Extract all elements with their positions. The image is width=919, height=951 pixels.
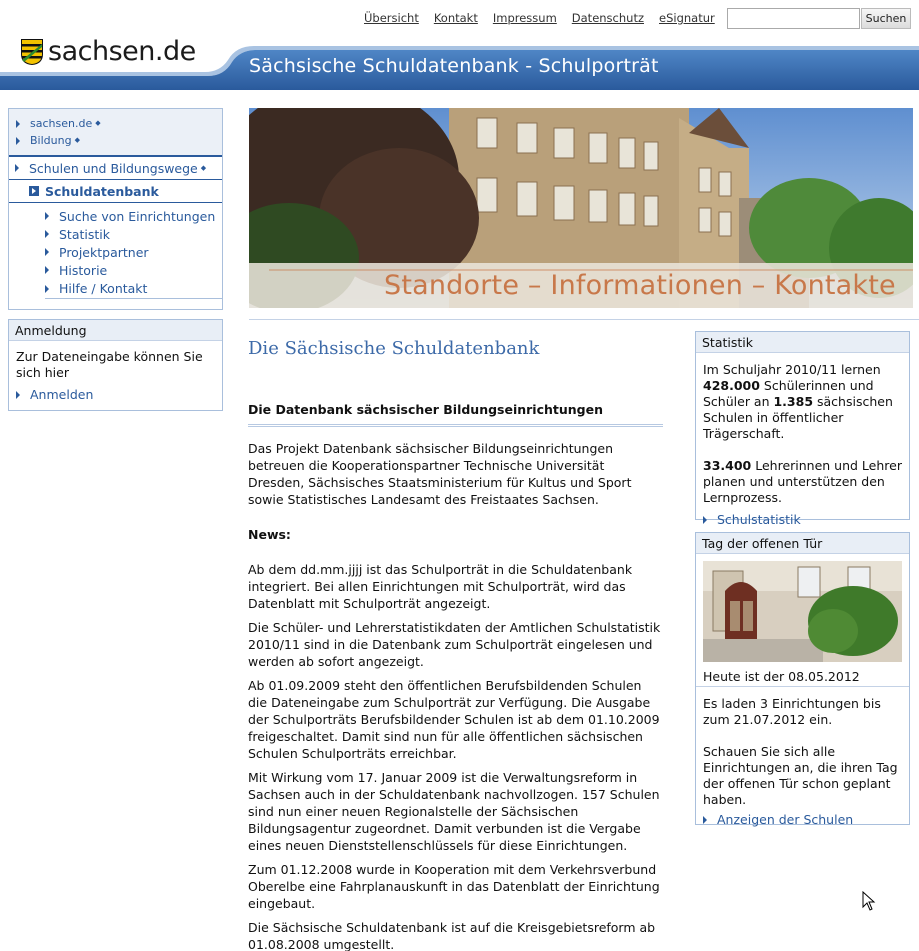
breadcrumb: sachsen.de ◆ Bildung ◆ [9, 109, 222, 157]
nav-link-schulen[interactable]: Schulen und Bildungswege [29, 161, 198, 176]
diamond-icon: ◆ [74, 136, 80, 144]
main-content: Die Sächsische Schuldatenbank Die Datenb… [248, 340, 663, 951]
arrow-right-icon [45, 284, 53, 294]
today-date: Heute ist der 08.05.2012 [696, 665, 909, 687]
breadcrumb-item-sachsen: sachsen.de ◆ [16, 115, 222, 132]
arrow-right-icon [16, 136, 24, 146]
stat-text-1: Im Schuljahr 2010/11 lernen [703, 362, 881, 377]
nav-link-schuldatenbank[interactable]: Schuldatenbank [45, 184, 159, 199]
search-button[interactable]: Suchen [861, 8, 911, 29]
subnav-link-suche[interactable]: Suche von Einrichtungen [59, 209, 215, 224]
arrow-right-icon [15, 163, 23, 173]
arrow-right-icon [45, 211, 53, 221]
diamond-icon: ◆ [200, 164, 207, 172]
intro-paragraph: Das Projekt Datenbank sächsischer Bildun… [248, 441, 632, 507]
statistics-box: Statistik Im Schuljahr 2010/11 lernen 42… [695, 331, 910, 527]
left-navigation: sachsen.de ◆ Bildung ◆ Schulen und Bildu… [8, 108, 223, 310]
subnav-link-projektpartner[interactable]: Projektpartner [59, 245, 149, 260]
diamond-icon: ◆ [95, 119, 101, 127]
nav-item-schuldatenbank[interactable]: Schuldatenbank [9, 180, 222, 203]
login-box-title: Anmeldung [9, 320, 222, 341]
logo-text: sachsen.de [48, 36, 196, 67]
show-schools-link[interactable]: Anzeigen der Schulen [717, 812, 853, 827]
show-schools-link-row[interactable]: Anzeigen der Schulen [696, 808, 909, 833]
login-box-text: Zur Dateneingabe können Sie sich hier [16, 349, 203, 380]
topnav-kontakt-link[interactable]: Kontakt [434, 11, 478, 25]
nav-item-schulen[interactable]: Schulen und Bildungswege ◆ [9, 157, 222, 180]
content-divider [249, 319, 919, 320]
stat-schools-count: 1.385 [773, 394, 814, 409]
banner-slogan: Standorte – Informationen – Kontakte [384, 270, 896, 301]
topnav-impressum-link[interactable]: Impressum [493, 11, 557, 25]
news-item: Ab 01.09.2009 steht den öffentlichen Ber… [248, 678, 660, 761]
top-utility-nav: Übersicht Kontakt Impressum Datenschutz … [364, 11, 715, 25]
stat-teachers-count: 33.400 [703, 458, 752, 473]
stat-students-count: 428.000 [703, 378, 760, 393]
arrow-right-icon [45, 229, 53, 239]
news-item: Mit Wirkung vom 17. Januar 2009 ist die … [248, 770, 660, 853]
breadcrumb-item-bildung: Bildung ◆ [16, 132, 222, 149]
arrow-right-icon [16, 119, 24, 129]
arrow-right-icon [16, 390, 24, 400]
open-day-text-1: Es laden 3 Einrichtungen bis zum 21.07.2… [703, 696, 881, 727]
topnav-esignatur-link[interactable]: eSignatur [659, 11, 715, 25]
main-title: Die Sächsische Schuldatenbank [248, 338, 540, 359]
subnav-link-historie[interactable]: Historie [59, 263, 107, 278]
topnav-uebersicht-link[interactable]: Übersicht [364, 11, 419, 25]
page-title: Sächsische Schuldatenbank - Schulporträt [249, 55, 659, 77]
breadcrumb-link-sachsen[interactable]: sachsen.de [30, 115, 92, 132]
schulstatistik-link-row[interactable]: Schulstatistik [696, 506, 909, 533]
saxony-crest-icon [21, 38, 43, 65]
sub-navigation: Suche von Einrichtungen Statistik Projek… [9, 203, 222, 309]
sachsen-logo[interactable]: sachsen.de [20, 36, 196, 67]
open-day-box-title: Tag der offenen Tür [696, 533, 909, 554]
news-item: Ab dem dd.mm.jjjj ist das Schulporträt i… [248, 562, 633, 611]
login-link[interactable]: Anmelden [30, 387, 93, 402]
open-day-box: Tag der offenen Tür Heute ist der 08.05.… [695, 532, 910, 827]
school-entrance-photo [703, 561, 902, 662]
breadcrumb-link-bildung[interactable]: Bildung [30, 132, 72, 149]
login-box: Anmeldung Zur Dateneingabe können Sie si… [8, 319, 223, 411]
subnav-item-statistik[interactable]: Statistik [45, 225, 222, 243]
subnav-link-hilfe[interactable]: Hilfe / Kontakt [59, 281, 147, 296]
subnav-item-historie[interactable]: Historie [45, 261, 222, 279]
subnav-link-statistik[interactable]: Statistik [59, 227, 110, 242]
news-item: Die Schüler- und Lehrerstatistikdaten de… [248, 620, 661, 669]
subnav-item-projektpartner[interactable]: Projektpartner [45, 243, 222, 261]
subnav-item-suche[interactable]: Suche von Einrichtungen [45, 207, 222, 225]
news-heading: News: [248, 527, 291, 542]
open-day-text-2: Schauen Sie sich alle Einrichtungen an, … [703, 744, 898, 807]
login-link-row[interactable]: Anmelden [9, 385, 222, 410]
arrow-right-icon [703, 815, 711, 825]
statistics-text: Im Schuljahr 2010/11 lernen 428.000 Schü… [696, 353, 909, 506]
schulstatistik-link[interactable]: Schulstatistik [717, 512, 801, 527]
arrow-right-icon [45, 247, 53, 257]
subnav-item-hilfe[interactable]: Hilfe / Kontakt [45, 279, 222, 299]
news-item: Zum 01.12.2008 wurde in Kooperation mit … [248, 862, 660, 911]
mouse-cursor-icon [862, 891, 876, 911]
search-input[interactable] [727, 8, 860, 29]
arrow-right-icon [45, 265, 53, 275]
arrow-right-icon [703, 515, 711, 525]
main-subtitle: Die Datenbank sächsischer Bildungseinric… [248, 401, 663, 427]
topnav-datenschutz-link[interactable]: Datenschutz [572, 11, 644, 25]
news-item: Die Sächsische Schuldatenbank ist auf di… [248, 920, 656, 951]
statistics-box-title: Statistik [696, 332, 909, 353]
open-day-text: Es laden 3 Einrichtungen bis zum 21.07.2… [696, 687, 909, 808]
active-item-icon [29, 186, 39, 196]
